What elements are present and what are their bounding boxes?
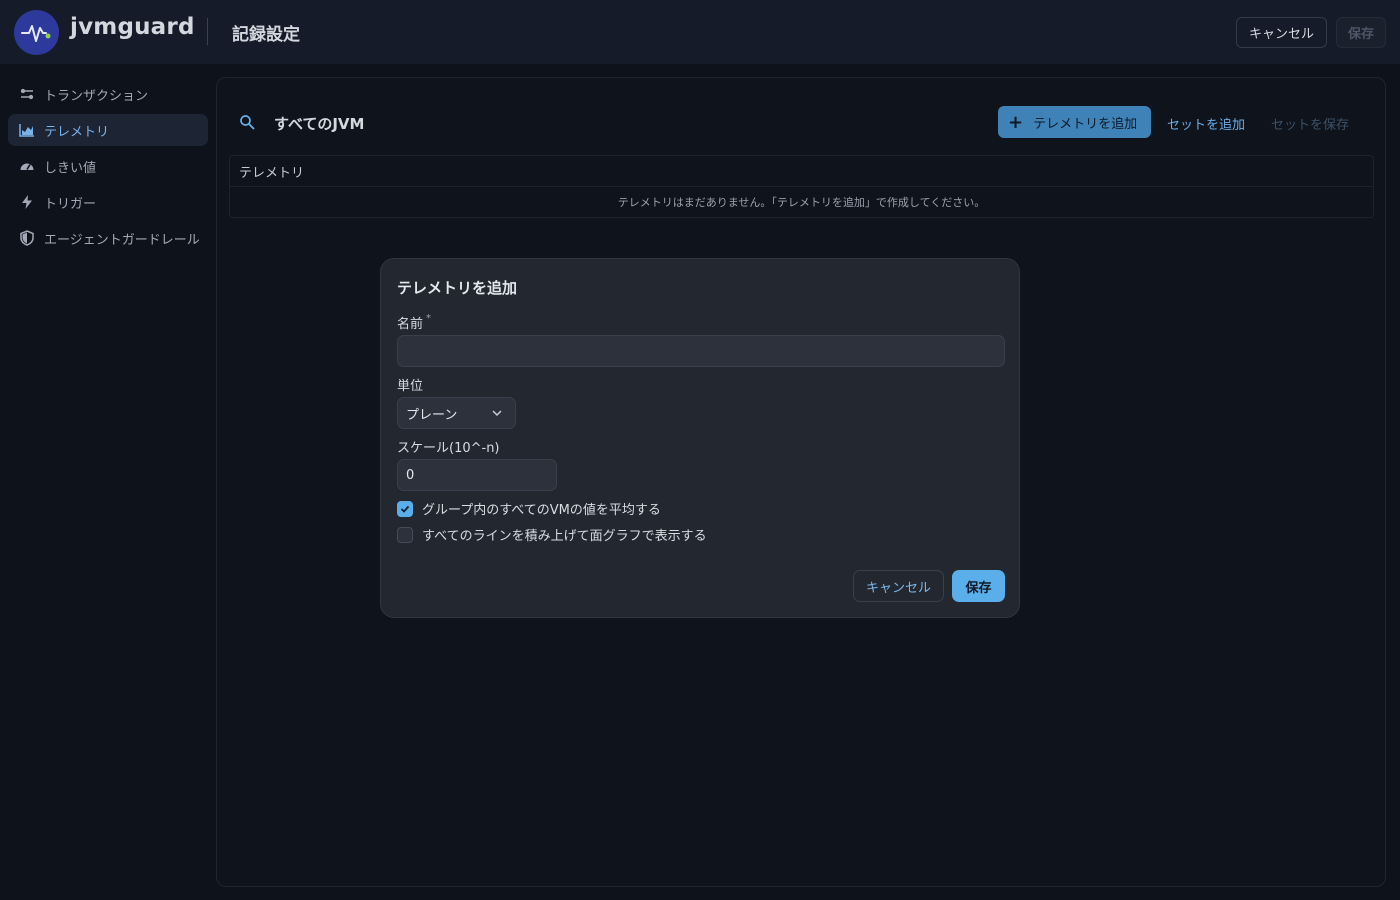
sidebar-item-agent-guardrails[interactable]: エージェントガードレール	[8, 222, 208, 254]
header-cancel-button[interactable]: キャンセル	[1236, 17, 1327, 48]
average-label: グループ内のすべてのVMの値を平均する	[422, 503, 661, 518]
add-set-link[interactable]: セットを追加	[1167, 114, 1245, 133]
stack-checkbox[interactable]	[397, 526, 413, 543]
bolt-icon	[19, 194, 35, 210]
average-option[interactable]: グループ内のすべてのVMの値を平均する	[397, 499, 661, 518]
name-label-text: 名前	[397, 317, 424, 332]
chevron-down-icon	[491, 407, 503, 423]
shield-icon	[19, 230, 35, 246]
dialog-save-button[interactable]: 保存	[952, 570, 1005, 602]
sidebar-item-telemetry[interactable]: テレメトリ	[8, 114, 208, 146]
brand-name: jvmguard	[70, 14, 195, 40]
table-empty-message: テレメトリはまだありません。「テレメトリを追加」で作成してください。	[617, 196, 986, 209]
telemetry-table: テレメトリ テレメトリはまだありません。「テレメトリを追加」で作成してください。	[229, 155, 1374, 218]
scale-input[interactable]	[397, 459, 557, 491]
add-telemetry-dialog: テレメトリを追加 名前* 単位 プレーン スケール(10^-n) グループ内のす…	[380, 258, 1020, 618]
sidebar-item-thresholds[interactable]: しきい値	[8, 150, 208, 182]
add-telemetry-button[interactable]: + テレメトリを追加	[998, 106, 1151, 138]
average-checkbox[interactable]	[397, 500, 413, 517]
transactions-icon	[19, 86, 35, 102]
gauge-icon	[19, 158, 35, 174]
stack-label: すべてのラインを積み上げて面グラフで表示する	[422, 529, 707, 544]
required-marker: *	[426, 313, 432, 324]
search-icon[interactable]	[239, 114, 255, 134]
name-input[interactable]	[397, 335, 1005, 367]
dialog-cancel-button[interactable]: キャンセル	[853, 570, 944, 602]
chart-icon	[19, 122, 35, 138]
header-save-button[interactable]: 保存	[1336, 17, 1386, 48]
top-bar: jvmguard 記録設定 キャンセル 保存	[0, 0, 1400, 64]
sidebar: トランザクション テレメトリ しきい値 トリガー エージェントガードレール	[8, 78, 208, 258]
sidebar-item-label: テレメトリ	[44, 124, 110, 140]
add-telemetry-label: テレメトリを追加	[1033, 116, 1138, 132]
plus-icon: +	[1008, 111, 1024, 133]
dialog-title: テレメトリを追加	[397, 279, 518, 297]
sidebar-item-transactions[interactable]: トランザクション	[8, 78, 208, 110]
unit-selected-value: プレーン	[406, 407, 458, 423]
sidebar-item-label: トリガー	[44, 196, 97, 212]
save-set-link[interactable]: セットを保存	[1271, 114, 1349, 133]
jvm-scope-label[interactable]: すべてのJVM	[274, 113, 364, 134]
unit-field-label: 単位	[397, 379, 424, 394]
header-divider	[207, 18, 208, 45]
sidebar-item-label: トランザクション	[44, 88, 149, 104]
logo-icon	[14, 10, 59, 55]
name-field-label: 名前 *	[397, 313, 431, 332]
sidebar-item-label: しきい値	[44, 160, 97, 176]
scale-field-label: スケール(10^-n)	[397, 441, 500, 456]
check-icon	[400, 505, 410, 513]
table-header: テレメトリ	[230, 156, 1373, 187]
page-title: 記録設定	[232, 25, 300, 45]
sidebar-item-label: エージェントガードレール	[44, 232, 200, 248]
stack-option[interactable]: すべてのラインを積み上げて面グラフで表示する	[397, 525, 707, 544]
unit-select[interactable]: プレーン	[397, 397, 516, 429]
sidebar-item-triggers[interactable]: トリガー	[8, 186, 208, 218]
